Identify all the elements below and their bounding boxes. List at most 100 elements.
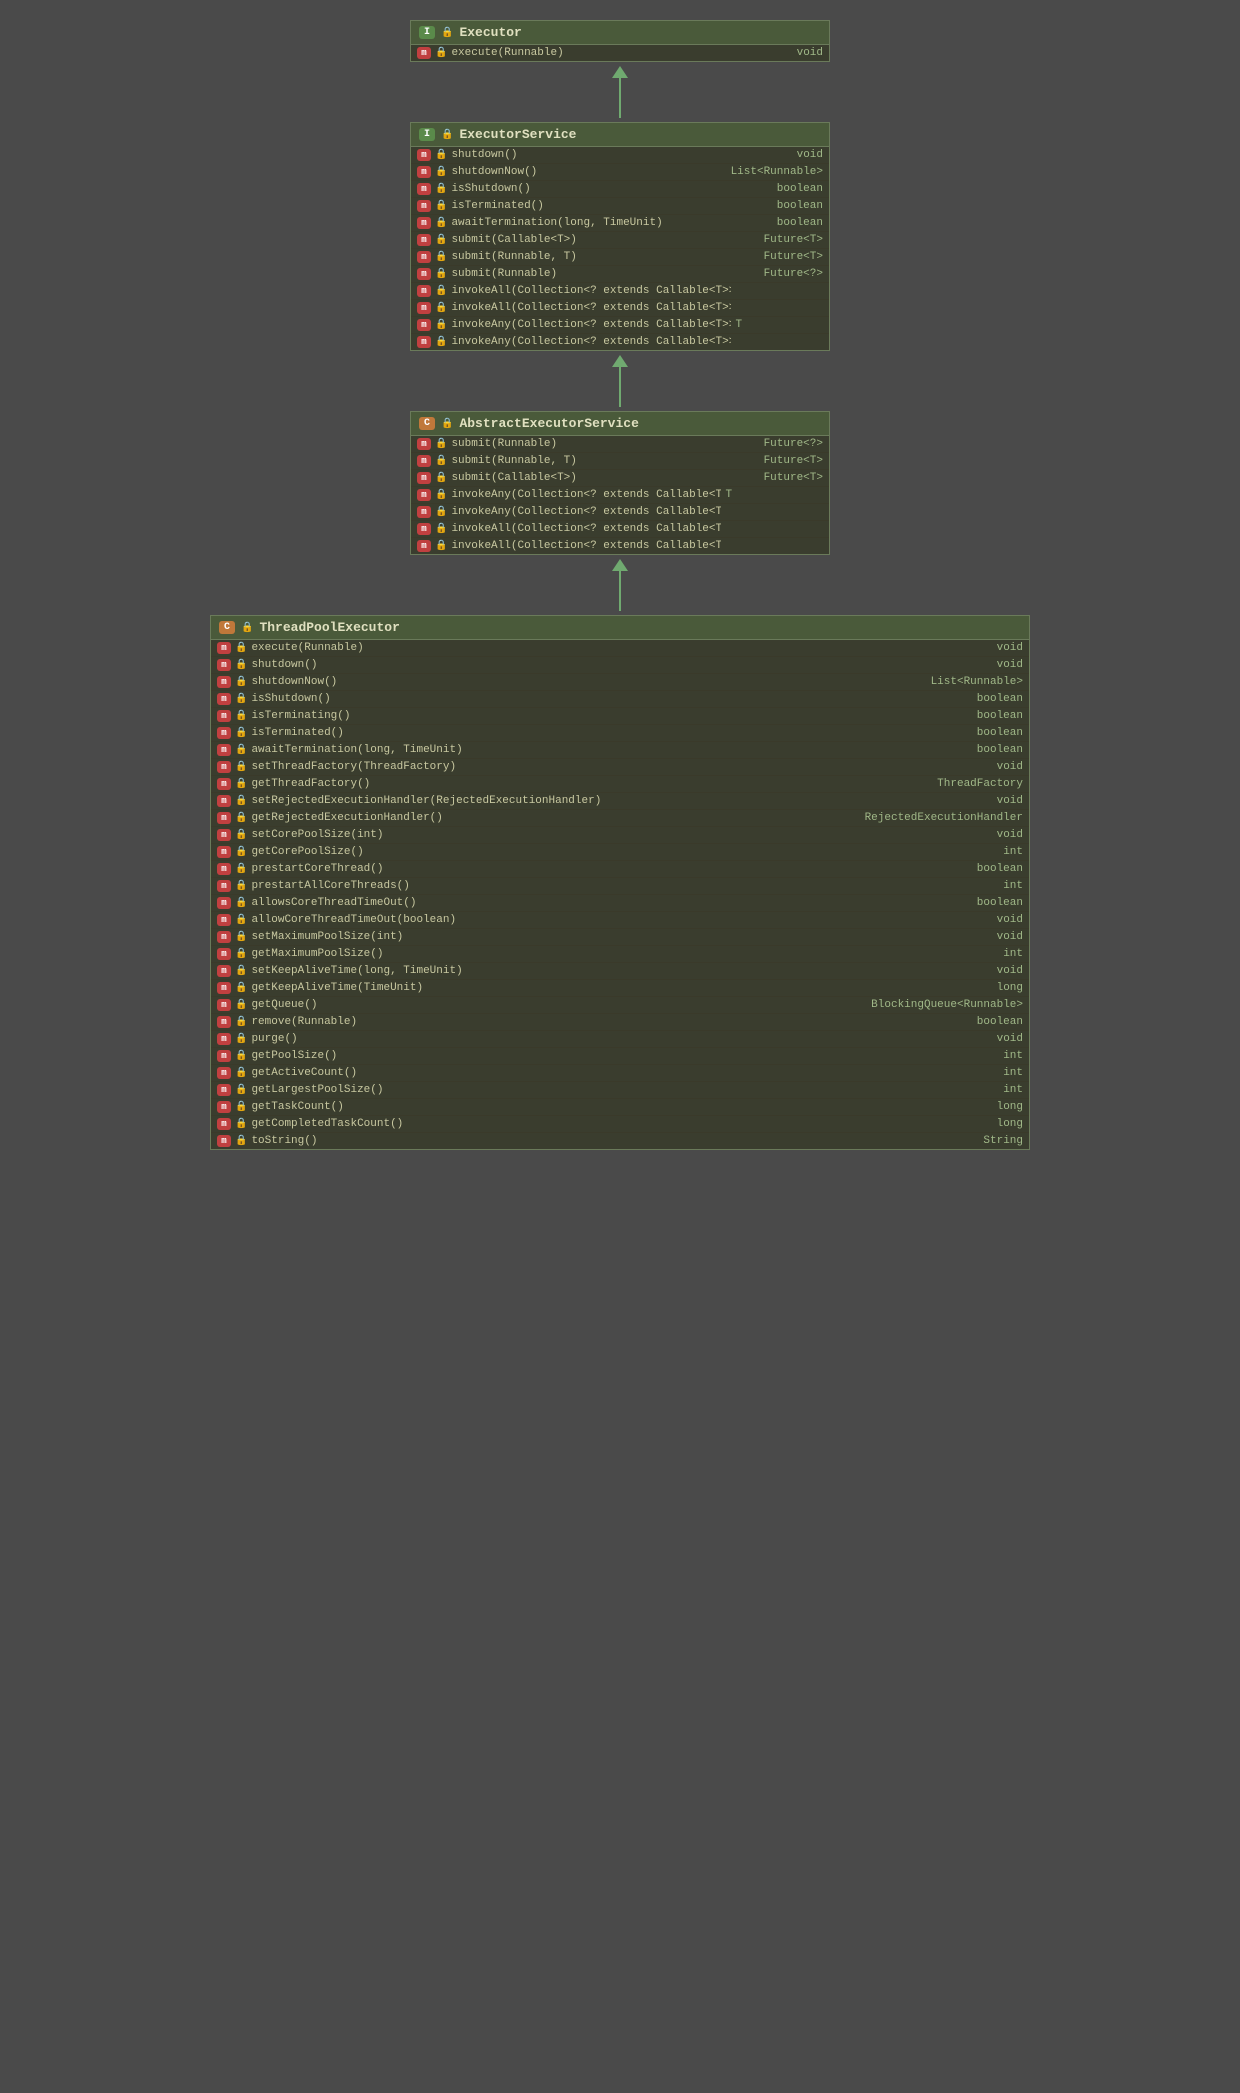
method-row: m 🔒 purge() void (211, 1031, 1029, 1048)
arrow-2 (612, 351, 628, 411)
thread-pool-executor-class: C 🔒 ThreadPoolExecutor m 🔒 execute(Runna… (210, 615, 1030, 1150)
method-lock-icon: 🔒 (435, 217, 447, 229)
arrow-line-2 (619, 367, 621, 407)
method-row: m 🔒 allowsCoreThreadTimeOut() boolean (211, 895, 1029, 912)
method-lock-icon: 🔒 (235, 1135, 247, 1147)
method-badge: m (417, 47, 431, 59)
method-return: Future<T> (764, 455, 823, 467)
method-lock-icon: 🔒 (235, 744, 247, 756)
method-name: submit(Callable<T>) (451, 472, 759, 484)
method-return: Future<T> (764, 234, 823, 246)
method-lock-icon: 🔒 (235, 863, 247, 875)
method-return: void (797, 149, 823, 161)
method-return: List<Runnable> (731, 166, 823, 178)
method-row: m 🔒 getPoolSize() int (211, 1048, 1029, 1065)
method-row: m 🔒 invokeAll(Collection<? extends Calla… (411, 283, 829, 300)
method-row: m 🔒 getActiveCount() int (211, 1065, 1029, 1082)
method-lock-icon: 🔒 (435, 489, 447, 501)
method-lock-icon: 🔒 (235, 693, 247, 705)
executor-class: I 🔒 Executor m 🔒 execute(Runnable) void (410, 20, 830, 62)
method-row: m 🔒 prestartAllCoreThreads() int (211, 878, 1029, 895)
method-lock-icon: 🔒 (235, 897, 247, 909)
method-badge: m (417, 336, 431, 348)
method-name: getTaskCount() (251, 1101, 992, 1113)
method-badge: m (217, 1101, 231, 1113)
arrow-line-1 (619, 78, 621, 118)
method-row: m 🔒 prestartCoreThread() boolean (211, 861, 1029, 878)
method-row: m 🔒 isShutdown() boolean (211, 691, 1029, 708)
method-lock-icon: 🔒 (435, 455, 447, 467)
method-badge: m (217, 1033, 231, 1045)
method-row: m 🔒 isShutdown() boolean (411, 181, 829, 198)
method-lock-icon: 🔒 (435, 506, 447, 518)
method-badge: m (417, 200, 431, 212)
method-lock-icon: 🔒 (235, 1016, 247, 1028)
method-return: void (997, 1033, 1023, 1045)
method-row: m 🔒 invokeAll(Collection<? extends Calla… (411, 521, 829, 538)
method-row: m 🔒 toString() String (211, 1133, 1029, 1149)
method-badge: m (217, 863, 231, 875)
method-lock-icon: 🔒 (435, 268, 447, 280)
method-name: execute(Runnable) (451, 47, 792, 59)
method-name-set-rejected: setRejectedExecutionHandler(RejectedExec… (251, 795, 992, 807)
method-row: m 🔒 getThreadFactory() ThreadFactory (211, 776, 1029, 793)
method-name: invokeAll(Collection<? extends Callable<… (451, 285, 731, 297)
method-badge: m (417, 540, 431, 552)
executor-service-header: I 🔒 ExecutorService (411, 123, 829, 147)
method-badge: m (217, 761, 231, 773)
method-lock-icon: 🔒 (435, 336, 447, 348)
method-badge: m (217, 642, 231, 654)
method-lock-icon: 🔒 (435, 251, 447, 263)
method-name: invokeAny(Collection<? extends Callable<… (451, 336, 731, 348)
method-badge: m (217, 948, 231, 960)
method-name: invokeAny(Collection<? extends Callable<… (451, 506, 721, 518)
method-lock-icon: 🔒 (435, 149, 447, 161)
method-return: boolean (777, 200, 823, 212)
method-badge: m (217, 1084, 231, 1096)
method-name: prestartCoreThread() (251, 863, 972, 875)
method-name: isShutdown() (251, 693, 972, 705)
method-badge: m (417, 438, 431, 450)
method-row: m 🔒 submit(Runnable, T) Future<T> (411, 453, 829, 470)
method-name: allowsCoreThreadTimeOut() (251, 897, 972, 909)
method-name: getCorePoolSize() (251, 846, 999, 858)
method-return: int (1003, 1084, 1023, 1096)
method-return: boolean (977, 744, 1023, 756)
arrow-line-3 (619, 571, 621, 611)
method-name: shutdownNow() (251, 676, 926, 688)
executor-service-class: I 🔒 ExecutorService m 🔒 shutdown() void … (410, 122, 830, 351)
method-badge: m (217, 812, 231, 824)
method-name: getKeepAliveTime(TimeUnit) (251, 982, 992, 994)
method-row: m 🔒 allowCoreThreadTimeOut(boolean) void (211, 912, 1029, 929)
method-badge: m (217, 829, 231, 841)
method-badge: m (417, 319, 431, 331)
method-badge: m (217, 897, 231, 909)
method-return: void (997, 829, 1023, 841)
method-lock-icon: 🔒 (435, 540, 447, 552)
method-badge: m (217, 880, 231, 892)
method-return: long (997, 982, 1023, 994)
method-return: int (1003, 1050, 1023, 1062)
method-return: BlockingQueue<Runnable> (871, 999, 1023, 1011)
abstract-executor-service-class-name: AbstractExecutorService (459, 416, 638, 431)
method-name: getActiveCount() (251, 1067, 999, 1079)
uml-diagram: I 🔒 Executor m 🔒 execute(Runnable) void … (20, 20, 1220, 1150)
method-name: getRejectedExecutionHandler() (251, 812, 860, 824)
method-row: m 🔒 shutdown() void (411, 147, 829, 164)
method-name: shutdown() (251, 659, 992, 671)
method-return: boolean (977, 897, 1023, 909)
arrow-3 (612, 555, 628, 615)
method-row: m 🔒 invokeAll(Collection<? extends Calla… (411, 300, 829, 317)
executor-lock-icon: 🔒 (441, 27, 453, 39)
method-return: void (997, 965, 1023, 977)
method-return: T (735, 319, 742, 331)
method-lock-icon: 🔒 (235, 727, 247, 739)
method-return: T (725, 489, 732, 501)
method-row: m 🔒 execute(Runnable) void (411, 45, 829, 61)
method-name: shutdown() (451, 149, 792, 161)
method-name: getMaximumPoolSize() (251, 948, 999, 960)
executor-methods: m 🔒 execute(Runnable) void (411, 45, 829, 61)
arrow-head-2 (612, 355, 628, 367)
method-return: boolean (977, 693, 1023, 705)
method-badge: m (417, 472, 431, 484)
